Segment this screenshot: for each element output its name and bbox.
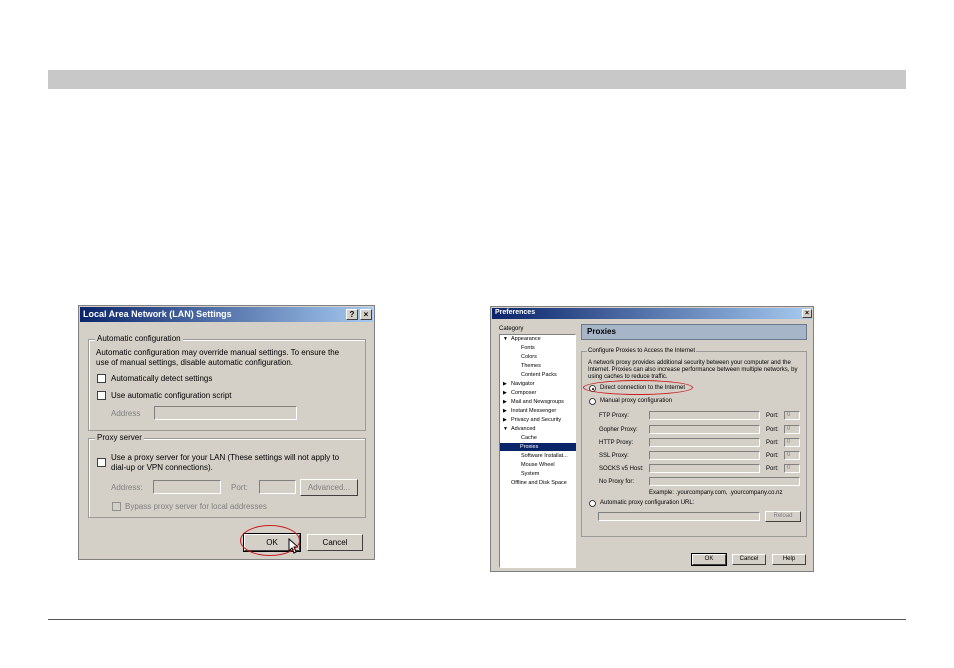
tree-item-composer[interactable]: Composer (511, 389, 536, 397)
lan-settings-dialog: Local Area Network (LAN) Settings ? × Au… (78, 305, 375, 560)
close-button[interactable]: × (360, 309, 372, 320)
proxy-port-label: Port: (231, 483, 248, 492)
http-port-input[interactable]: 0 (784, 438, 800, 447)
tree-item-mail-newsgroups[interactable]: Mail and Newsgroups (511, 398, 564, 406)
socks-port-input[interactable]: 0 (784, 464, 800, 473)
gopher-port-label: Port: (766, 427, 779, 433)
use-proxy-label-2: dial-up or VPN connections). (111, 463, 213, 472)
ok-highlight-ellipse (240, 525, 300, 556)
prefs-cancel-button[interactable]: Cancel (732, 554, 766, 565)
auto-detect-checkbox[interactable] (97, 374, 106, 383)
tree-item-system[interactable]: System (521, 470, 539, 478)
socks-host-input[interactable] (649, 464, 760, 473)
proxy-config-legend: Configure Proxies to Access the Internet (587, 348, 697, 355)
direct-connection-highlight-ellipse (583, 380, 693, 395)
category-tree[interactable]: ▼ Appearance Fonts Colors Themes Content… (499, 334, 576, 568)
tree-item-instant-messenger[interactable]: Instant Messenger (511, 407, 556, 415)
header-band (48, 70, 906, 89)
bypass-local-checkbox[interactable] (112, 502, 121, 511)
socks-host-label: SOCKS v5 Host: (599, 466, 644, 472)
prefs-close-button[interactable]: × (802, 309, 812, 318)
auto-detect-label: Automatically detect settings (111, 374, 213, 383)
ssl-proxy-label: SSL Proxy: (599, 453, 629, 459)
tree-item-offline-disk-space[interactable]: Offline and Disk Space (511, 479, 567, 487)
category-label: Category (499, 326, 524, 332)
prefs-help-button[interactable]: Help (772, 554, 806, 565)
ftp-port-label: Port: (766, 413, 779, 419)
collapse-arrow-icon[interactable]: ▶ (503, 390, 507, 396)
proxy-desc-1: A network proxy provides additional secu… (588, 360, 791, 366)
script-address-input[interactable] (154, 406, 297, 420)
proxy-address-input[interactable] (153, 480, 221, 494)
tree-item-software-installation[interactable]: Software Installat... (521, 452, 568, 460)
footer-rule (48, 619, 906, 620)
prefs-ok-button[interactable]: OK (691, 553, 727, 566)
cancel-button[interactable]: Cancel (307, 534, 363, 551)
tree-item-advanced[interactable]: Advanced (511, 425, 535, 433)
preferences-dialog: Preferences × Category ▼ Appearance Font… (490, 306, 814, 572)
manual-proxy-radio[interactable] (589, 398, 596, 405)
tree-item-proxies[interactable]: Proxies (500, 443, 576, 451)
gopher-proxy-label: Gopher Proxy: (599, 427, 638, 433)
no-proxy-example: Example: .yourcompany.com, .yourcompany.… (649, 490, 783, 496)
tree-item-cache[interactable]: Cache (521, 434, 537, 442)
lan-title-bar[interactable]: Local Area Network (LAN) Settings ? × (80, 307, 373, 322)
lan-title: Local Area Network (LAN) Settings (83, 309, 232, 319)
tree-item-content-packs[interactable]: Content Packs (521, 371, 557, 379)
tree-item-mouse-wheel[interactable]: Mouse Wheel (521, 461, 555, 469)
auto-proxy-url-input[interactable] (598, 512, 760, 521)
prefs-title-bar[interactable]: Preferences × (492, 308, 812, 319)
panel-title: Proxies (581, 324, 807, 340)
http-proxy-label: HTTP Proxy: (599, 440, 634, 446)
script-address-label: Address (111, 409, 141, 418)
ssl-port-label: Port: (766, 453, 779, 459)
ftp-proxy-input[interactable] (649, 411, 760, 420)
collapse-arrow-icon[interactable]: ▶ (503, 381, 507, 387)
proxy-port-input[interactable] (259, 480, 296, 494)
use-proxy-label-1: Use a proxy server for your LAN (These s… (111, 453, 340, 462)
tree-item-navigator[interactable]: Navigator (511, 380, 535, 388)
http-port-label: Port: (766, 440, 779, 446)
advanced-button[interactable]: Advanced... (300, 479, 358, 496)
expand-arrow-icon[interactable]: ▼ (503, 426, 508, 432)
auto-script-label: Use automatic configuration script (111, 391, 232, 400)
collapse-arrow-icon[interactable]: ▶ (503, 408, 507, 414)
proxy-desc-2: Internet. Proxies can also increase perf… (588, 367, 798, 373)
http-proxy-input[interactable] (649, 438, 760, 447)
collapse-arrow-icon[interactable]: ▶ (503, 399, 507, 405)
ftp-proxy-label: FTP Proxy: (599, 413, 629, 419)
auto-config-desc-2: use of manual settings, disable automati… (96, 358, 294, 367)
expand-arrow-icon[interactable]: ▼ (503, 336, 508, 342)
help-button[interactable]: ? (346, 309, 358, 320)
auto-config-desc-1: Automatic configuration may override man… (96, 348, 340, 357)
no-proxy-label: No Proxy for: (599, 479, 635, 485)
use-proxy-checkbox[interactable] (97, 458, 106, 467)
auto-config-legend: Automatic configuration (95, 334, 183, 343)
proxy-server-legend: Proxy server (95, 433, 144, 442)
socks-port-label: Port: (766, 466, 779, 472)
ssl-port-input[interactable]: 0 (784, 451, 800, 460)
reload-button[interactable]: Reload (765, 511, 801, 522)
tree-item-privacy-security[interactable]: Privacy and Security (511, 416, 561, 424)
gopher-port-input[interactable]: 0 (784, 425, 800, 434)
manual-proxy-label: Manual proxy configuration (600, 398, 673, 404)
auto-proxy-radio[interactable] (589, 500, 596, 507)
gopher-proxy-input[interactable] (649, 425, 760, 434)
tree-item-fonts[interactable]: Fonts (521, 344, 535, 352)
ssl-proxy-input[interactable] (649, 451, 760, 460)
ftp-port-input[interactable]: 0 (784, 411, 800, 420)
prefs-title: Preferences (495, 309, 536, 316)
auto-script-checkbox[interactable] (97, 391, 106, 400)
tree-item-appearance[interactable]: Appearance (511, 335, 541, 343)
collapse-arrow-icon[interactable]: ▶ (503, 417, 507, 423)
tree-item-themes[interactable]: Themes (521, 362, 541, 370)
no-proxy-input[interactable] (649, 477, 800, 486)
auto-proxy-label: Automatic proxy configuration URL: (600, 500, 695, 506)
proxy-address-label: Address: (111, 483, 143, 492)
tree-item-colors[interactable]: Colors (521, 353, 537, 361)
bypass-local-label: Bypass proxy server for local addresses (125, 502, 267, 511)
